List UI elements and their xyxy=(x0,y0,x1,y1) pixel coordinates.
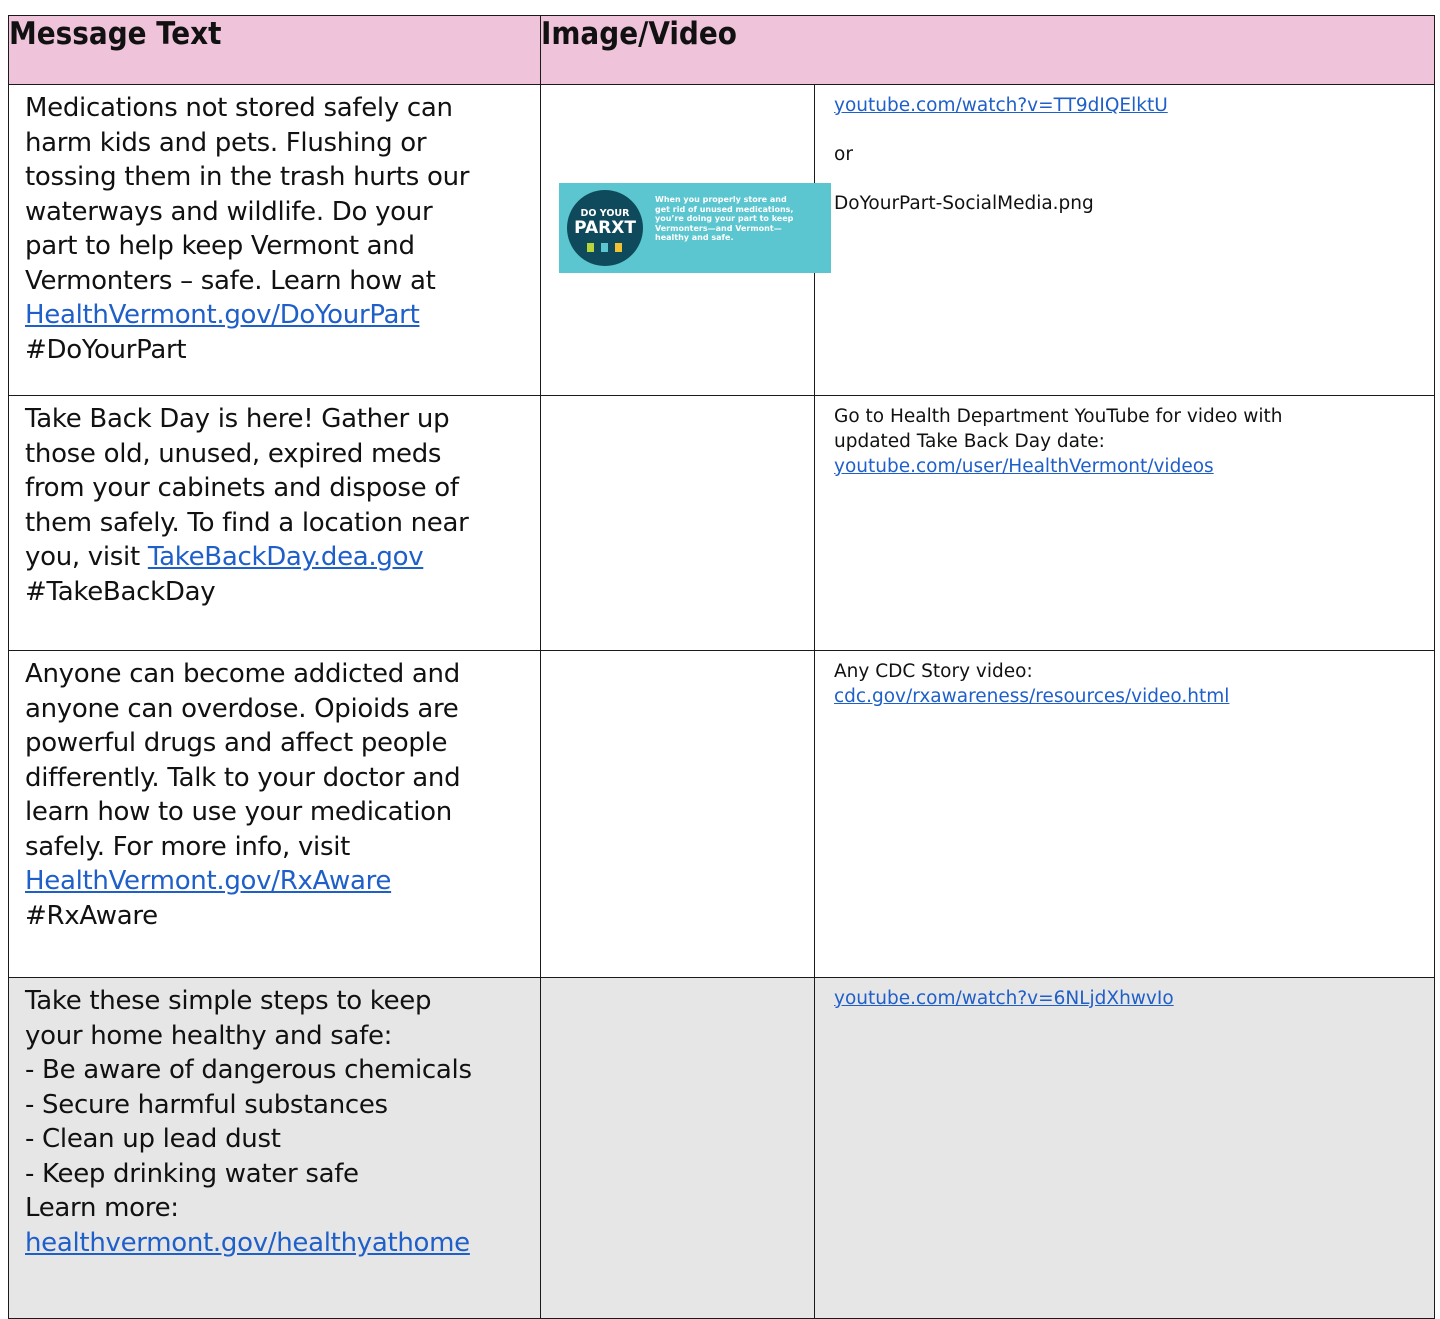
table-row: Take these simple steps to keep your hom… xyxy=(8,977,1435,1319)
youtube-link[interactable]: youtube.com/watch?v=6NLjdXhwvIo xyxy=(834,988,1174,1009)
media-cell: youtube.com/watch?v=TT9dIQElktU or DoYou… xyxy=(814,84,1435,396)
message-line: Vermonters – safe. Learn how at xyxy=(25,265,436,296)
header-message-text: Message Text xyxy=(8,15,541,85)
do-your-part-banner-image: DO YOUR PARXT When you properly store an… xyxy=(559,183,831,273)
youtube-link[interactable]: youtube.com/watch?v=TT9dIQElktU xyxy=(834,95,1168,116)
message-line: - Clean up lead dust xyxy=(25,1124,281,1154)
hashtag: #RxAware xyxy=(25,900,158,931)
rx-aware-link[interactable]: HealthVermont.gov/RxAware xyxy=(25,866,391,896)
message-line: your home healthy and safe: xyxy=(25,1020,393,1051)
image-cell xyxy=(540,650,815,978)
media-line: updated Take Back Day date: xyxy=(834,431,1105,452)
message-cell: Take these simple steps to keep your hom… xyxy=(8,977,541,1319)
media-cell: Go to Health Department YouTube for vide… xyxy=(814,395,1435,651)
message-line: harm kids and pets. Flushing or xyxy=(25,127,427,158)
header-image-video: Image/Video xyxy=(540,15,1435,85)
cdc-video-link[interactable]: cdc.gov/rxawareness/resources/video.html xyxy=(834,686,1229,707)
message-line: - Secure harmful substances xyxy=(25,1089,388,1120)
bottle-icon xyxy=(601,243,608,252)
image-cell: DO YOUR PARXT When you properly store an… xyxy=(540,84,831,396)
message-line: tossing them in the trash hurts our xyxy=(25,162,470,192)
message-line: Take Back Day is here! Gather up xyxy=(25,404,450,434)
message-line: - Keep drinking water safe xyxy=(25,1158,359,1189)
media-cell: Any CDC Story video: cdc.gov/rxawareness… xyxy=(814,650,1435,978)
media-line: Any CDC Story video: xyxy=(834,661,1033,682)
message-line: differently. Talk to your doctor and xyxy=(25,762,461,793)
message-line: Learn more: xyxy=(25,1193,179,1223)
media-line: Go to Health Department YouTube for vide… xyxy=(834,406,1283,427)
message-line: anyone can overdose. Opioids are xyxy=(25,693,459,724)
envelope-icon xyxy=(615,243,622,252)
media-cell: youtube.com/watch?v=6NLjdXhwvIo xyxy=(814,977,1435,1319)
message-line: from your cabinets and dispose of xyxy=(25,473,459,503)
media-or: or xyxy=(834,144,853,165)
message-cell: Anyone can become addicted and anyone ca… xyxy=(8,650,541,978)
hashtag: #DoYourPart xyxy=(25,334,187,365)
message-line: learn how to use your medication xyxy=(25,797,452,827)
message-line: part to help keep Vermont and xyxy=(25,231,415,261)
message-line: Take these simple steps to keep xyxy=(25,986,432,1016)
message-line: Anyone can become addicted and xyxy=(25,659,460,689)
badge-icons xyxy=(587,243,623,253)
take-back-day-link[interactable]: TakeBackDay.dea.gov xyxy=(148,542,424,572)
message-line: - Be aware of dangerous chemicals xyxy=(25,1055,472,1085)
table-row: Anyone can become addicted and anyone ca… xyxy=(8,650,1435,978)
message-cell: Take Back Day is here! Gather up those o… xyxy=(8,395,541,651)
table-row: Medications not stored safely can harm k… xyxy=(8,84,1435,396)
header-row: Message Text Image/Video xyxy=(8,15,1435,85)
do-your-part-link[interactable]: HealthVermont.gov/DoYourPart xyxy=(25,300,420,330)
message-cell: Medications not stored safely can harm k… xyxy=(8,84,541,396)
image-cell xyxy=(540,395,815,651)
image-cell xyxy=(540,977,815,1319)
content-table: Message Text Image/Video Medications not… xyxy=(8,15,1435,1319)
message-line: them safely. To find a location near xyxy=(25,507,469,538)
hashtag: #TakeBackDay xyxy=(25,576,216,607)
media-filename: DoYourPart-SocialMedia.png xyxy=(834,193,1094,214)
youtube-channel-link[interactable]: youtube.com/user/HealthVermont/videos xyxy=(834,456,1214,477)
lock-icon xyxy=(587,243,594,252)
do-your-part-badge: DO YOUR PARXT xyxy=(567,190,643,266)
table-row: Take Back Day is here! Gather up those o… xyxy=(8,395,1435,651)
message-line: waterways and wildlife. Do your xyxy=(25,196,433,227)
message-line: powerful drugs and affect people xyxy=(25,728,448,758)
message-line: Medications not stored safely can xyxy=(25,93,453,123)
message-line: you, visit xyxy=(25,542,148,572)
banner-blurb: When you properly store and get rid of u… xyxy=(655,195,794,242)
message-line: those old, unused, expired meds xyxy=(25,438,442,469)
message-line: safely. For more info, visit xyxy=(25,831,351,862)
healthy-at-home-link[interactable]: healthvermont.gov/healthyathome xyxy=(25,1228,470,1258)
